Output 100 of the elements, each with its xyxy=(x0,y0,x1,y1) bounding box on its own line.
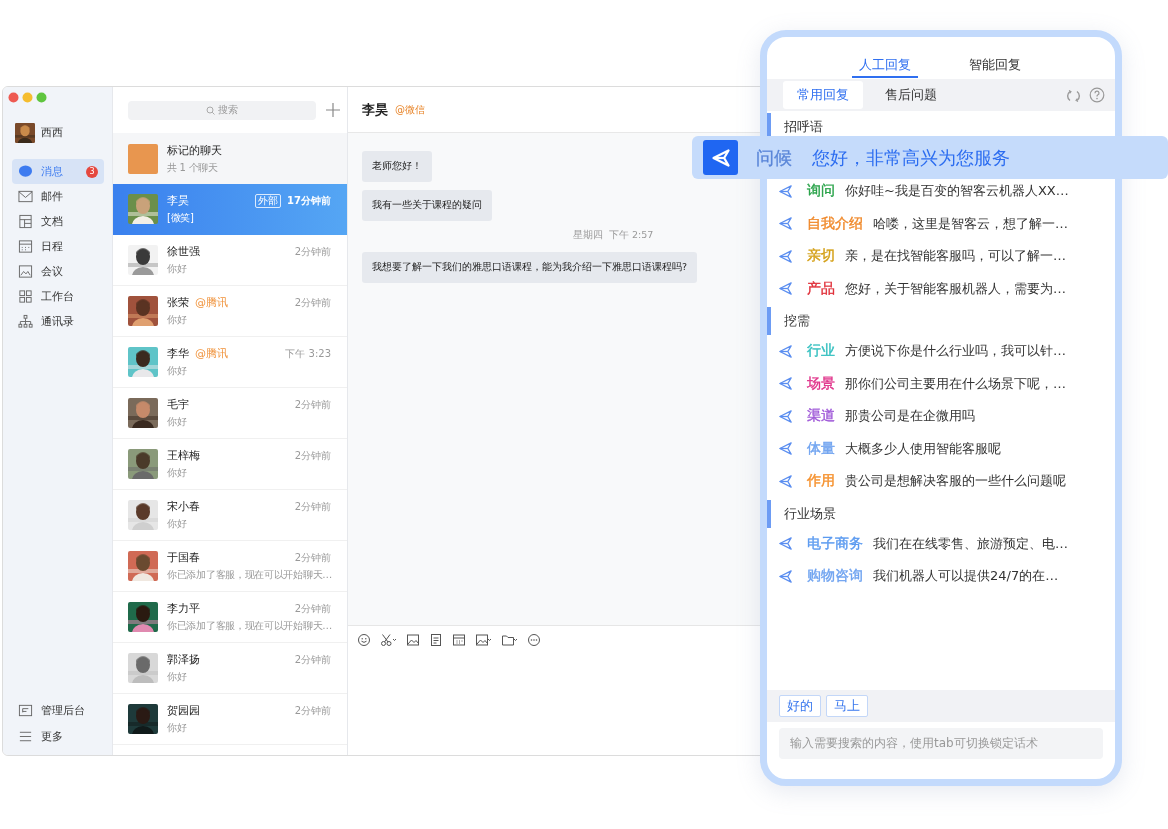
message-preview: [微笑] xyxy=(167,211,195,225)
chat-bubble-icon xyxy=(18,164,33,179)
message-preview: 你好 xyxy=(167,364,188,378)
reply-item[interactable]: 作用 贵公司是想解决客服的一些什么问题呢 xyxy=(767,465,1115,498)
conversation-item[interactable]: 王梓梅 2分钟前 你好 xyxy=(113,439,347,490)
calendar-icon xyxy=(18,239,33,254)
scissors-icon[interactable] xyxy=(380,633,397,647)
nav-item[interactable]: 日程 xyxy=(12,234,104,259)
message-time: 2分钟前 xyxy=(294,244,331,259)
grid-icon xyxy=(18,289,33,304)
message-preview: 你已添加了客服，现在可以开始聊天… xyxy=(167,568,331,582)
envelope-icon xyxy=(18,189,33,204)
message-preview: 你好 xyxy=(167,670,188,684)
contact-name: 李华 xyxy=(167,346,189,361)
maximize-dot xyxy=(36,92,47,103)
reply-item[interactable]: 亲切 亲，是在找智能客服吗，可以了解一… xyxy=(767,240,1115,273)
reply-tag: 产品 xyxy=(807,279,835,298)
reply-item[interactable]: 行业 方便说下你是什么行业吗，我可以针… xyxy=(767,335,1115,368)
message-preview: 你好 xyxy=(167,466,188,480)
reply-item[interactable]: 电子商务 我们在在线零售、旅游预定、电… xyxy=(767,527,1115,560)
pinned-chats-item[interactable]: 标记的聊天 共 1 个聊天 xyxy=(113,133,347,184)
folder-icon[interactable] xyxy=(501,633,518,647)
reply-item[interactable]: 场景 那你们公司主要用在什么场景下呢，… xyxy=(767,367,1115,400)
reply-tag: 体量 xyxy=(807,439,835,458)
message-preview: 你好 xyxy=(167,262,188,276)
external-tag: 外部 xyxy=(255,193,282,208)
reply-item[interactable]: 体量 大概多少人使用智能客服呢 xyxy=(767,432,1115,465)
nav-item[interactable]: 文档 xyxy=(12,209,104,234)
send-icon[interactable] xyxy=(778,568,793,584)
send-icon[interactable] xyxy=(778,473,793,489)
send-icon[interactable] xyxy=(778,216,793,232)
conversation-item[interactable]: 李华 @腾讯 下午 3:23 你好 xyxy=(113,337,347,388)
message-time: 2分钟前 xyxy=(294,703,331,718)
nav-item[interactable]: 消息 3 xyxy=(12,159,104,184)
section-header: 行业场景 xyxy=(767,499,1115,528)
smiley-icon[interactable] xyxy=(357,633,371,647)
nav-item[interactable]: 邮件 xyxy=(12,184,104,209)
conversation-item[interactable]: 贺园园 2分钟前 你好 xyxy=(113,694,347,745)
send-icon[interactable] xyxy=(778,536,793,552)
send-icon[interactable] xyxy=(778,408,793,424)
conversation-item[interactable]: 毛宇 2分钟前 你好 xyxy=(113,388,347,439)
nav-item[interactable]: 管理后台 xyxy=(12,698,104,723)
message-time: 2分钟前 xyxy=(294,652,331,667)
more-icon[interactable] xyxy=(527,633,541,647)
contact-name: 毛宇 xyxy=(167,397,189,412)
chat-title: 李昊 xyxy=(362,100,388,119)
tab[interactable]: 智能回复 xyxy=(962,56,1028,78)
image-icon[interactable] xyxy=(475,633,492,647)
help-icon[interactable] xyxy=(1089,87,1105,103)
sub-tab[interactable]: 常用回复 xyxy=(783,81,863,109)
send-icon[interactable] xyxy=(778,248,793,264)
send-icon[interactable] xyxy=(778,376,793,392)
contact-name: 王梓梅 xyxy=(167,448,200,463)
message-preview: 你好 xyxy=(167,415,188,429)
reply-tag: 场景 xyxy=(807,374,835,393)
send-icon[interactable] xyxy=(778,183,793,199)
reply-text: 那贵公司是在企微用吗 xyxy=(845,407,975,426)
pinned-count: 共 1 个聊天 xyxy=(167,160,219,175)
send-icon[interactable] xyxy=(778,281,793,297)
conversation-item[interactable]: 郭泽扬 2分钟前 你好 xyxy=(113,643,347,694)
quick-reply-button[interactable]: 马上 xyxy=(826,695,868,717)
image-icon[interactable] xyxy=(406,633,420,647)
reply-item[interactable]: 购物咨询 我们机器人可以提供24/7的在… xyxy=(767,560,1115,593)
reply-text: 我们在在线零售、旅游预定、电… xyxy=(873,534,1068,553)
nav-item[interactable]: 更多 xyxy=(12,724,104,749)
conversation-item[interactable]: 于国春 2分钟前 你已添加了客服，现在可以开始聊天… xyxy=(113,541,347,592)
reply-tag: 渠道 xyxy=(807,407,835,426)
nav-item[interactable]: 通讯录 xyxy=(12,309,104,334)
reply-tag: 自我介绍 xyxy=(807,214,863,233)
reply-item[interactable]: 产品 您好，关于智能客服机器人，需要为… xyxy=(767,272,1115,305)
conversation-item[interactable]: 宋小春 2分钟前 你好 xyxy=(113,490,347,541)
add-icon[interactable] xyxy=(326,103,340,117)
quick-reply-button[interactable]: 好的 xyxy=(779,695,821,717)
sub-tab[interactable]: 售后问题 xyxy=(871,81,951,109)
send-icon[interactable] xyxy=(778,441,793,457)
contact-name: 徐世强 xyxy=(167,244,200,259)
contact-name: 贺园园 xyxy=(167,703,200,718)
message-time: 2分钟前 xyxy=(294,499,331,514)
table-icon[interactable] xyxy=(452,633,466,647)
reply-tag: 电子商务 xyxy=(807,534,863,553)
message-time: 2分钟前 xyxy=(294,550,331,565)
document-icon xyxy=(18,214,33,229)
reply-text: 大概多少人使用智能客服呢 xyxy=(845,439,1001,458)
conversation-item[interactable]: 张荣 @腾讯 2分钟前 你好 xyxy=(113,286,347,337)
refresh-icon[interactable] xyxy=(1066,87,1081,103)
contact-name: 李力平 xyxy=(167,601,200,616)
nav-item[interactable]: 会议 xyxy=(12,259,104,284)
reply-text: 你好哇~我是百变的智客云机器人XX… xyxy=(845,182,1069,201)
send-icon[interactable] xyxy=(778,343,793,359)
source-label: @腾讯 xyxy=(195,295,228,310)
nav-item[interactable]: 工作台 xyxy=(12,284,104,309)
conversation-item[interactable]: 徐世强 2分钟前 你好 xyxy=(113,235,347,286)
reply-item[interactable]: 自我介绍 哈喽，这里是智客云，想了解一… xyxy=(767,207,1115,240)
unread-badge: 3 xyxy=(86,165,98,178)
conversation-item[interactable]: 李力平 2分钟前 你已添加了客服，现在可以开始聊天… xyxy=(113,592,347,643)
send-button[interactable] xyxy=(703,140,738,175)
message-time: 下午 3:23 xyxy=(285,346,331,361)
reply-item[interactable]: 渠道 那贵公司是在企微用吗 xyxy=(767,400,1115,433)
reply-tag: 购物咨询 xyxy=(807,567,863,586)
document-icon[interactable] xyxy=(429,633,443,647)
